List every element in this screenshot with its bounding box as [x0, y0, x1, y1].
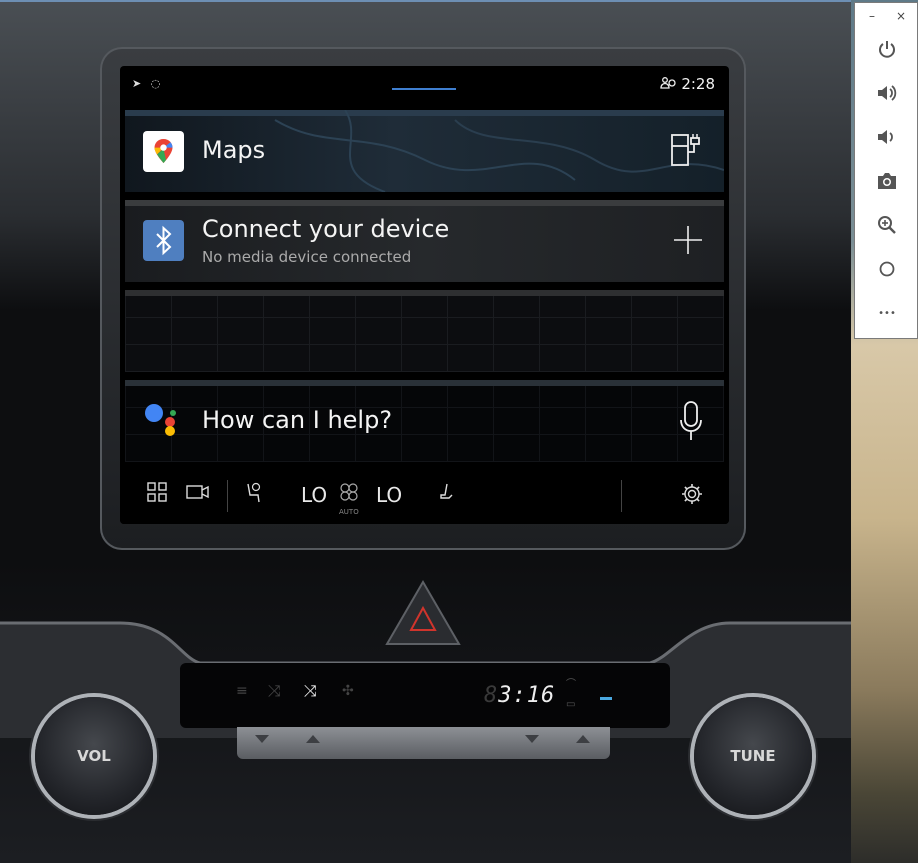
airflow-face-icon[interactable]: ⤨ — [268, 681, 281, 701]
power-icon[interactable] — [872, 34, 902, 64]
bluetooth-icon[interactable] — [143, 220, 184, 261]
temp-right-up-button[interactable] — [576, 735, 590, 743]
media-subtitle: No media device connected — [202, 248, 412, 266]
media-title: Connect your device — [202, 215, 450, 243]
hazard-button[interactable] — [385, 580, 461, 646]
fan-mode-label: AUTO — [339, 508, 359, 516]
add-icon[interactable] — [672, 224, 704, 260]
console-button-strip — [237, 727, 610, 759]
ac-indicator — [600, 697, 612, 700]
volume-knob[interactable]: VOL — [35, 697, 153, 815]
microphone-icon[interactable] — [678, 400, 704, 446]
temp-right-down-button[interactable] — [525, 735, 539, 743]
bottom-dock: LO AUTO LO — [120, 470, 729, 524]
maps-title: Maps — [202, 136, 266, 164]
volume-up-icon[interactable] — [872, 78, 902, 108]
seat-icon[interactable] — [438, 482, 454, 508]
status-right: 2:28 — [660, 75, 715, 93]
status-icons-left: ➤ ◌ — [132, 77, 164, 90]
empty-card — [125, 290, 724, 372]
window-top-border — [0, 0, 918, 2]
google-assistant-icon[interactable] — [143, 400, 184, 441]
assistant-prompt: How can I help? — [202, 406, 393, 434]
fan-speed-icon[interactable]: ✣ — [342, 683, 354, 699]
airflow-feet-icon[interactable]: ⤨ — [304, 681, 317, 701]
ev-charging-icon[interactable] — [668, 132, 704, 172]
media-card[interactable]: Connect your device No media device conn… — [125, 200, 724, 282]
temp-left[interactable]: LO — [301, 483, 327, 507]
rear-defrost-icon[interactable]: ⌒ — [566, 675, 576, 690]
recirculation-icon[interactable]: ▭ — [566, 699, 575, 710]
minimize-button[interactable]: – — [869, 9, 875, 23]
climate-control-panel: ≡ ⤨ ⤨ ✣ ⌒ ▭ — [180, 663, 670, 728]
temp-right[interactable]: LO — [376, 483, 402, 507]
more-options-icon[interactable]: ••• — [872, 298, 902, 328]
tune-knob[interactable]: TUNE — [694, 697, 812, 815]
clock: 2:28 — [681, 75, 715, 93]
volume-down-icon[interactable] — [872, 122, 902, 152]
close-button[interactable]: × — [896, 9, 906, 23]
settings-gear-icon[interactable] — [680, 482, 704, 510]
emulator-toolbar: – × ••• — [854, 2, 918, 339]
maps-card[interactable]: Maps — [125, 110, 724, 192]
assistant-card[interactable]: How can I help? — [125, 380, 724, 462]
temp-left-up-button[interactable] — [306, 735, 320, 743]
fan-icon[interactable] — [339, 482, 359, 506]
google-maps-icon[interactable] — [143, 131, 184, 172]
infotainment-screen: ➤ ◌ 2:28 Maps Connect your device No med… — [120, 66, 729, 524]
defrost-front-icon[interactable]: ≡ — [236, 683, 248, 699]
seat-climate-icon[interactable] — [244, 482, 264, 508]
person-icon — [660, 77, 680, 92]
home-circle-icon[interactable] — [872, 254, 902, 284]
screenshot-camera-icon[interactable] — [872, 166, 902, 196]
temp-left-down-button[interactable] — [255, 735, 269, 743]
camera-view-icon[interactable] — [186, 482, 210, 506]
app-grid-icon[interactable] — [147, 482, 167, 506]
notification-handle[interactable] — [392, 88, 456, 90]
console-clock: 83:16 — [484, 683, 556, 708]
zoom-icon[interactable] — [872, 210, 902, 240]
